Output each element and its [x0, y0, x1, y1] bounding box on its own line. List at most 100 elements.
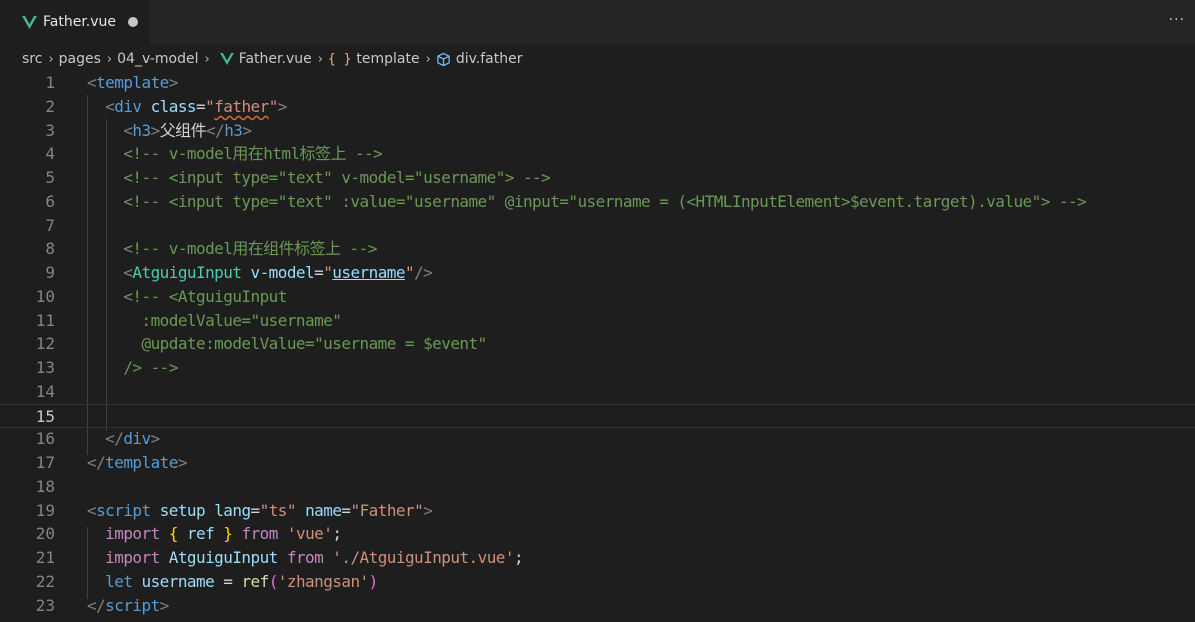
line-number: 3 — [45, 120, 55, 140]
line-number: 13 — [35, 358, 55, 377]
code-token: > — [150, 429, 161, 449]
code-text: :modelValue="username" — [87, 309, 341, 333]
code-line[interactable]: 12 @update:modelValue="username = $event… — [0, 332, 1195, 356]
code-token: "ts" — [259, 500, 297, 520]
code-line[interactable]: 17 </template> — [0, 451, 1195, 475]
breadcrumb-src[interactable]: src — [22, 51, 42, 67]
code-token: = — [214, 571, 242, 591]
chevron-right-icon: › — [425, 51, 431, 67]
code-line[interactable]: 23 </script> — [0, 594, 1195, 618]
code-token: lang — [214, 500, 251, 520]
breadcrumb-file[interactable]: Father.vue — [219, 51, 312, 67]
breadcrumb-element-label: div.father — [455, 51, 523, 67]
code-line[interactable]: 10 <!-- <AtguiguInput — [0, 285, 1195, 309]
line-number: 22 — [35, 571, 55, 591]
code-line[interactable]: 19 <script setup lang="ts" name="Father"> — [0, 499, 1195, 523]
code-token: </ — [206, 120, 225, 140]
code-token: { — [168, 524, 179, 544]
chevron-right-icon: › — [317, 51, 323, 67]
code-token: from — [286, 548, 324, 567]
line-number: 2 — [45, 96, 55, 116]
line-number: 18 — [35, 476, 55, 496]
code-line[interactable]: 22 let username = ref('zhangsan') — [0, 570, 1195, 594]
tab-father-vue[interactable]: Father.vue — [0, 0, 150, 44]
code-token: "Father" — [350, 500, 424, 520]
line-number: 19 — [35, 500, 55, 520]
code-text: import { ref } from 'vue'; — [87, 522, 342, 546]
breadcrumb-element[interactable]: div.father — [436, 51, 523, 67]
code-line[interactable]: 5 <!-- <input type="text" v-model="usern… — [0, 166, 1195, 190]
code-line[interactable]: 18 — [0, 475, 1195, 499]
code-line[interactable]: 9 <AtguiguInput v-model="username"/> — [0, 261, 1195, 285]
code-token: username — [332, 263, 405, 282]
code-line[interactable]: 7 — [0, 214, 1195, 238]
breadcrumb-pages[interactable]: pages — [59, 51, 101, 67]
code-line[interactable]: 16 </div> — [0, 427, 1195, 451]
code-line[interactable]: 15 — [0, 403, 1195, 428]
code-token: 'zhangsan' — [277, 571, 369, 591]
code-line[interactable]: 4 <!-- v-model用在html标签上 --> — [0, 142, 1195, 166]
code-line[interactable]: 2 <div class="father"> — [0, 95, 1195, 119]
code-token: AtguiguInput — [168, 548, 279, 567]
code-token: < — [87, 73, 97, 92]
code-token: ref — [186, 524, 215, 544]
code-line[interactable]: 13 /> --> — [0, 356, 1195, 380]
breadcrumb-template[interactable]: { } template — [328, 51, 420, 67]
code-token: script — [105, 595, 160, 615]
code-token: = — [250, 500, 261, 520]
code-token: < — [87, 96, 115, 116]
more-actions-icon[interactable]: ··· — [1169, 12, 1185, 28]
code-line[interactable]: 1 <template> — [0, 71, 1195, 95]
chevron-right-icon: › — [106, 51, 113, 67]
code-text: let username = ref('zhangsan') — [87, 570, 378, 594]
code-editor[interactable]: 1 <template> 2 <div class="father"> 3 <h3>父… — [0, 71, 1195, 622]
code-line[interactable]: 8 <!-- v-model用在组件标签上 --> — [0, 237, 1195, 261]
line-number: 17 — [35, 453, 55, 472]
code-text: <AtguiguInput v-model="username"/> — [87, 261, 432, 285]
code-line[interactable]: 6 <!-- <input type="text" :value="userna… — [0, 190, 1195, 214]
code-token: " — [205, 96, 215, 116]
vue-icon — [22, 15, 37, 29]
code-line[interactable]: 20 import { ref } from 'vue'; — [0, 522, 1195, 546]
code-token: = — [196, 96, 206, 116]
code-token: ref — [241, 571, 269, 591]
code-token: setup — [159, 500, 206, 520]
code-token: template — [96, 73, 169, 92]
code-token: = — [314, 263, 324, 282]
code-text: <!-- v-model用在html标签上 --> — [87, 142, 382, 166]
line-number: 6 — [45, 191, 55, 211]
code-token: script — [96, 500, 151, 520]
code-token: > — [242, 120, 252, 140]
code-token: ; — [513, 548, 524, 567]
breadcrumb-folder[interactable]: 04_v-model — [117, 51, 198, 67]
code-line[interactable]: 11 :modelValue="username" — [0, 309, 1195, 333]
code-token: template — [105, 453, 178, 472]
code-token: username — [141, 571, 215, 591]
code-token: 'vue' — [286, 524, 333, 544]
line-number: 1 — [45, 73, 55, 92]
code-token: <!-- <input type="text" v-model="usernam… — [87, 168, 551, 187]
code-line[interactable]: 21 import AtguiguInput from './AtguiguIn… — [0, 546, 1195, 570]
code-token: < — [87, 500, 97, 520]
code-token: father — [214, 96, 269, 116]
line-number: 21 — [35, 548, 55, 567]
unsaved-dot-icon[interactable] — [128, 17, 138, 27]
code-token: div — [123, 429, 151, 449]
code-line[interactable]: 3 <h3>父组件</h3> — [0, 119, 1195, 143]
code-token: h3 — [224, 120, 243, 140]
code-line[interactable]: 14 — [0, 380, 1195, 404]
code-token: <!-- v-model用在html标签上 --> — [87, 144, 383, 164]
code-text: /> --> — [87, 356, 178, 380]
code-text: <!-- <AtguiguInput — [87, 285, 287, 309]
code-token: > — [423, 500, 433, 520]
line-number: 15 — [35, 406, 55, 426]
